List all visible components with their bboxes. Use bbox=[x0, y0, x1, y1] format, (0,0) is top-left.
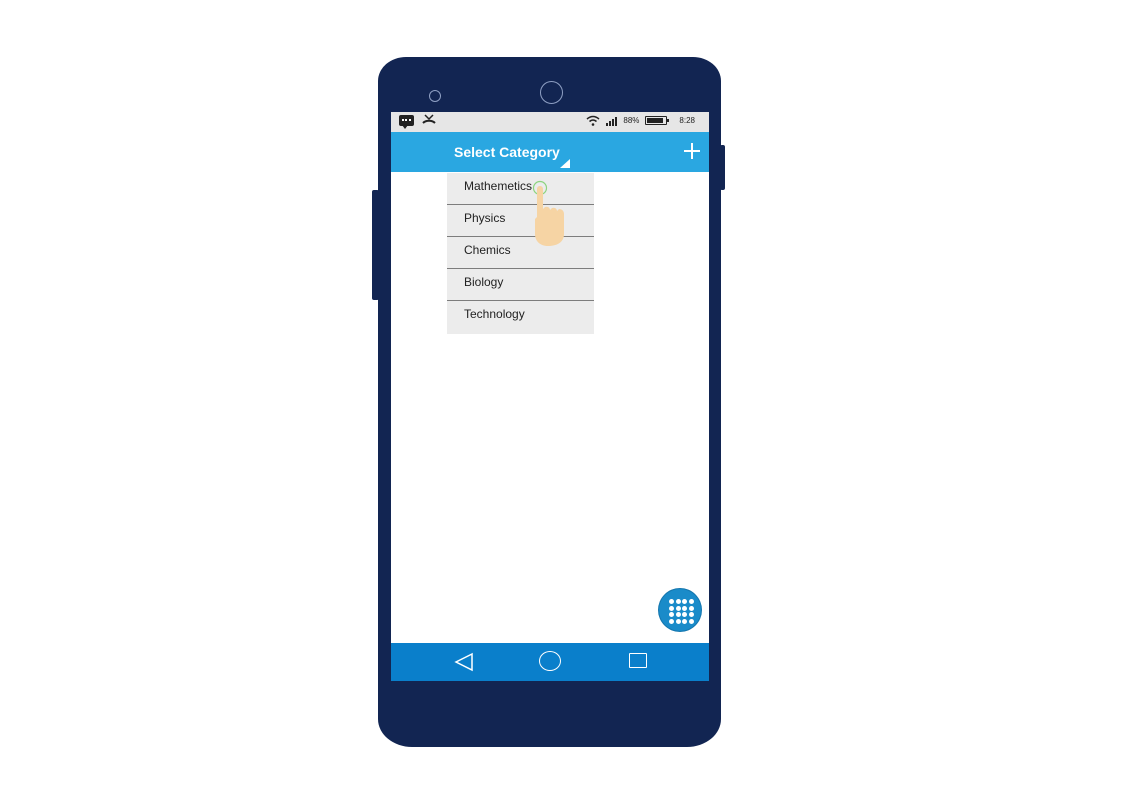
back-icon[interactable] bbox=[454, 652, 474, 672]
battery-icon bbox=[645, 116, 670, 125]
signal-icon bbox=[606, 116, 618, 126]
status-bar-notifications bbox=[399, 114, 436, 129]
dropdown-caret-icon[interactable] bbox=[560, 159, 570, 168]
dropdown-item-biology[interactable]: Biology bbox=[447, 269, 594, 301]
dropdown-item-chemics[interactable]: Chemics bbox=[447, 237, 594, 269]
dropdown-item-physics[interactable]: Physics bbox=[447, 205, 594, 237]
status-bar-system: 88% 8:28 bbox=[586, 115, 695, 126]
status-bar: 88% 8:28 bbox=[391, 112, 709, 132]
app-bar: Select Category bbox=[391, 132, 709, 172]
status-time: 8:28 bbox=[679, 116, 695, 125]
front-camera bbox=[540, 81, 563, 104]
battery-percent: 88% bbox=[623, 116, 640, 125]
home-icon[interactable] bbox=[539, 651, 561, 671]
dropdown-item-technology[interactable]: Technology bbox=[447, 301, 594, 334]
tap-hand-icon bbox=[532, 180, 564, 246]
proximity-sensor bbox=[429, 90, 441, 102]
wifi-icon bbox=[586, 115, 600, 126]
navigation-bar bbox=[391, 643, 709, 681]
dropdown-item-mathemetics[interactable]: Mathemetics bbox=[447, 173, 594, 205]
category-selector-title[interactable]: Select Category bbox=[454, 144, 560, 160]
message-icon bbox=[399, 114, 414, 129]
apps-fab-button[interactable] bbox=[659, 589, 701, 631]
recents-icon[interactable] bbox=[629, 653, 647, 668]
category-dropdown: Mathemetics Physics Chemics Biology Tech… bbox=[447, 173, 594, 334]
stage: 88% 8:28 Select Category Mathemetics Phy… bbox=[0, 0, 1123, 794]
apps-grid-icon bbox=[669, 599, 694, 624]
missed-call-icon bbox=[422, 114, 436, 124]
add-button[interactable] bbox=[681, 140, 703, 162]
phone-screen: 88% 8:28 Select Category Mathemetics Phy… bbox=[391, 112, 709, 681]
